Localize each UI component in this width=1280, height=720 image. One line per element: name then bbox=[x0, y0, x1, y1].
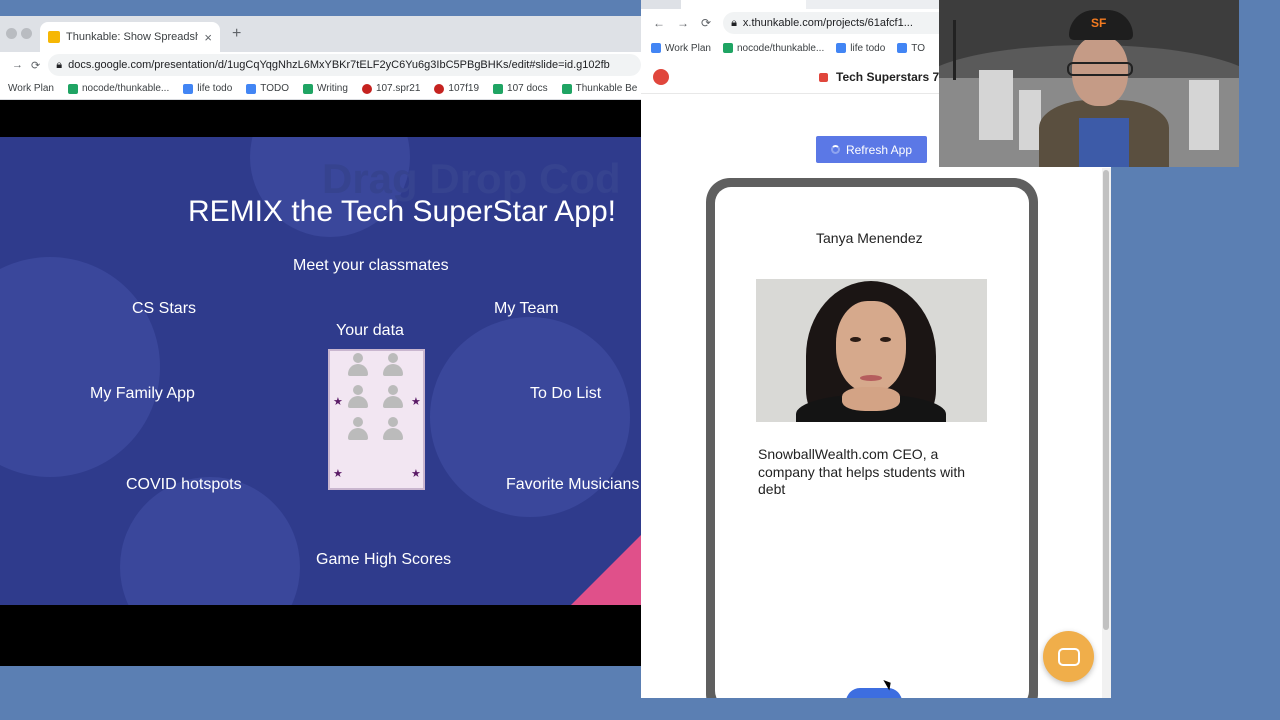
star-icon: ★ bbox=[411, 396, 421, 408]
slide-item-my-team: My Team bbox=[494, 300, 559, 317]
slides-favicon-icon bbox=[48, 31, 60, 43]
star-icon: ★ bbox=[333, 468, 343, 480]
bookmark-item[interactable]: life todo bbox=[836, 43, 885, 54]
student-bio: SnowballWealth.com CEO, a company that h… bbox=[758, 446, 966, 497]
address-bar[interactable]: 🔒︎ docs.google.com/presentation/d/1ugCqY… bbox=[48, 54, 641, 76]
phone-screen bbox=[715, 187, 1029, 698]
tab-strip: Thunkable: Show Spreadsheet × + bbox=[0, 16, 641, 52]
scrollbar-thumb[interactable] bbox=[1103, 170, 1109, 630]
forward-icon[interactable]: → bbox=[677, 16, 689, 30]
slide-title: REMIX the Tech SuperStar App! bbox=[188, 195, 617, 228]
spinner-icon bbox=[830, 145, 840, 154]
browser-toolbar: → ⟳ 🔒︎ docs.google.com/presentation/d/1u… bbox=[0, 52, 641, 78]
bookmark-item[interactable]: Thunkable Be bbox=[561, 83, 637, 94]
tab-title: Thunkable: Show Spreadsheet bbox=[66, 31, 199, 43]
bookmark-item[interactable]: TODO bbox=[246, 83, 289, 94]
spreadsheet-graphic: ★ ★ ★ ★ bbox=[328, 349, 425, 490]
person-icon bbox=[381, 353, 405, 377]
inactive-tab[interactable] bbox=[806, 0, 946, 9]
slide-item-covid: COVID hotspots bbox=[126, 476, 242, 493]
refresh-app-button[interactable]: Refresh App bbox=[816, 136, 927, 163]
window-minimize-icon[interactable] bbox=[21, 28, 32, 39]
scrollbar[interactable] bbox=[1102, 168, 1111, 698]
forward-icon[interactable]: → bbox=[12, 59, 23, 71]
project-title[interactable]: Tech Superstars 7 bbox=[819, 70, 939, 84]
new-tab-button[interactable]: + bbox=[232, 25, 241, 43]
person-icon bbox=[346, 417, 370, 441]
url-text: docs.google.com/presentation/d/1ugCqYqgN… bbox=[68, 59, 610, 71]
presentation-slide: Drag Drop Cod REMIX the Tech SuperStar A… bbox=[0, 137, 641, 605]
webcam-overlay: SF bbox=[939, 0, 1239, 167]
active-tab[interactable] bbox=[681, 0, 806, 9]
tab-close-icon[interactable]: × bbox=[204, 30, 212, 45]
student-photo bbox=[756, 279, 987, 422]
slide-item-scores: Game High Scores bbox=[316, 551, 452, 568]
person-icon bbox=[346, 353, 370, 377]
phone-bottom-button[interactable] bbox=[846, 688, 902, 698]
bookmark-item[interactable]: TO bbox=[897, 43, 925, 54]
url-text: x.thunkable.com/projects/61afcf1... bbox=[742, 17, 913, 29]
bookmark-item[interactable]: 107f19 bbox=[434, 83, 479, 94]
slide-item-cs-stars: CS Stars bbox=[132, 300, 197, 317]
thunkable-logo-icon[interactable] bbox=[653, 69, 669, 85]
project-icon bbox=[819, 72, 828, 82]
person-icon bbox=[381, 417, 405, 441]
person-icon bbox=[381, 385, 405, 409]
person-icon bbox=[346, 385, 370, 409]
bookmark-item[interactable]: nocode/thunkable... bbox=[67, 83, 169, 94]
student-name: Tanya Menendez bbox=[816, 230, 923, 246]
tab-thunkable-show-spreadsheet[interactable]: Thunkable: Show Spreadsheet × bbox=[40, 22, 220, 52]
reload-icon[interactable]: ⟳ bbox=[31, 59, 40, 72]
pink-corner-decoration bbox=[571, 535, 641, 605]
bookmark-item[interactable]: nocode/thunkable... bbox=[722, 43, 824, 54]
bookmarks-bar: Work Plan nocode/thunkable... life todo … bbox=[0, 78, 641, 100]
bookmark-item[interactable]: 107.spr21 bbox=[361, 83, 420, 94]
slide-subtitle: Meet your classmates bbox=[293, 257, 449, 274]
chat-support-button[interactable] bbox=[1043, 631, 1094, 682]
puzzle-decoration bbox=[120, 477, 300, 605]
window-close-icon[interactable] bbox=[6, 28, 17, 39]
lock-icon: 🔒︎ bbox=[731, 16, 737, 29]
chat-icon bbox=[1057, 647, 1080, 666]
cap-logo-icon: SF bbox=[1091, 16, 1107, 30]
bookmark-item[interactable]: 107 docs bbox=[493, 83, 548, 94]
bookmark-item[interactable]: life todo bbox=[183, 83, 232, 94]
bookmark-item[interactable]: Writing bbox=[303, 83, 348, 94]
slide-item-my-family: My Family App bbox=[90, 385, 195, 402]
puzzle-decoration bbox=[0, 257, 160, 477]
lock-icon: 🔒︎ bbox=[56, 58, 63, 71]
slide-center-label: Your data bbox=[336, 322, 404, 339]
star-icon: ★ bbox=[411, 468, 421, 480]
star-icon: ★ bbox=[333, 396, 343, 408]
bookmark-item[interactable]: Work Plan bbox=[651, 43, 711, 54]
slide-item-musicians: Favorite Musicians bbox=[506, 476, 640, 493]
slides-browser-window: Thunkable: Show Spreadsheet × + → ⟳ 🔒︎ d… bbox=[0, 16, 641, 666]
bookmark-item[interactable]: Work Plan bbox=[8, 83, 54, 94]
slide-item-todo: To Do List bbox=[530, 385, 602, 402]
reload-icon[interactable]: ⟳ bbox=[701, 16, 711, 30]
back-icon[interactable]: ← bbox=[653, 16, 665, 30]
